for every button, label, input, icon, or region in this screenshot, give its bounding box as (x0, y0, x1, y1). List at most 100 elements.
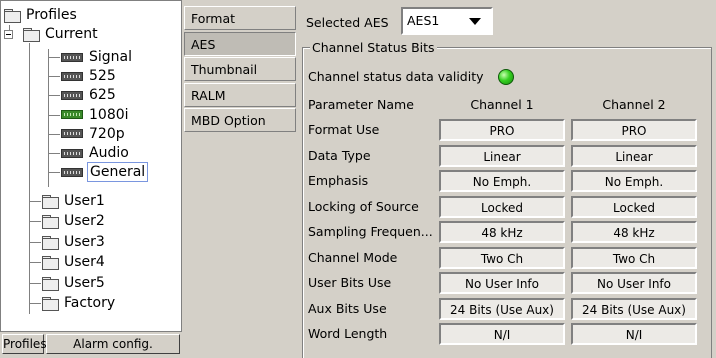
tree-line (29, 282, 41, 284)
param-name: Aux Bits Use (308, 300, 387, 316)
tree-item-card[interactable]: Signal (61, 48, 134, 66)
param-name: Channel Mode (308, 249, 398, 265)
tab-thumbnail[interactable]: Thumbnail (184, 57, 296, 81)
channel1-value: 48 kHz (439, 221, 565, 243)
tree-item-label: 525 (89, 68, 116, 85)
channel2-value: N/I (571, 323, 697, 345)
channel1-value: No Emph. (439, 170, 565, 192)
tree-line (29, 262, 41, 264)
param-name: User Bits Use (308, 275, 392, 290)
tree-line (29, 201, 41, 202)
tree-line (48, 95, 60, 97)
tree-line (48, 172, 60, 174)
card-icon (61, 148, 83, 158)
tree-line (29, 303, 41, 304)
tree-item-card[interactable]: 720p (61, 125, 127, 143)
tree-item-label: Signal (89, 49, 133, 65)
folder-icon (42, 215, 59, 230)
card-icon (61, 71, 83, 81)
tree-item-user[interactable]: User2 (42, 212, 107, 230)
folder-icon (42, 195, 59, 209)
tree-line (48, 76, 60, 78)
channel1-value: Two Ch (439, 246, 565, 269)
channel2-value: 48 kHz (571, 221, 697, 243)
selected-aes-dropdown[interactable]: AES1 (401, 7, 493, 35)
profiles-button[interactable]: Profiles (2, 334, 47, 354)
folder-icon (42, 276, 59, 291)
tree-line (29, 221, 41, 223)
channel1-value: PRO (439, 119, 565, 141)
card-icon (61, 129, 83, 139)
tab-mbd-option[interactable]: MBD Option (184, 108, 296, 132)
tree-item-label: Audio (89, 145, 129, 161)
tree-item-label: 1080i (89, 106, 129, 123)
validity-label: Channel status data validity (308, 69, 484, 84)
status-led-icon (498, 69, 514, 85)
channel2-value: Locked (571, 195, 697, 218)
channel1-value: 24 Bits (Use Aux) (439, 297, 565, 320)
tree-item-card[interactable]: General (61, 162, 149, 183)
tree-item-user[interactable]: Factory (42, 294, 117, 312)
tree-item-label: General (87, 162, 149, 183)
tree-item-label: User1 (64, 193, 105, 209)
profile-tree: Profiles Current Signal 525 625 1080i 720p Au… (0, 0, 182, 332)
collapse-icon[interactable] (4, 29, 13, 39)
folder-icon (4, 9, 21, 23)
alarm-config-button[interactable]: Alarm config. (46, 334, 180, 354)
channel2-header: Channel 2 (602, 97, 666, 112)
channel2-value: 24 Bits (Use Aux) (571, 297, 697, 320)
channel1-value: Locked (439, 195, 565, 218)
tree-item-card[interactable]: 525 (61, 67, 118, 85)
param-name: Emphasis (308, 173, 369, 188)
card-green-icon (61, 110, 83, 120)
tree-line (48, 114, 60, 116)
channel2-value: PRO (571, 119, 697, 141)
param-header: Parameter Name (308, 97, 414, 112)
card-icon (61, 167, 83, 177)
channel1-value: No User Info (439, 272, 565, 294)
param-name: Sampling Frequen... (308, 224, 433, 239)
tree-item-card[interactable]: 625 (61, 86, 118, 104)
tree-line (48, 153, 60, 154)
tree-item-profiles[interactable]: Profiles (4, 6, 79, 24)
tree-item-card[interactable]: 1080i (61, 106, 131, 124)
channel2-value: Linear (571, 144, 697, 167)
dropdown-arrow-icon[interactable] (469, 18, 481, 25)
param-name: Word Length (308, 326, 388, 341)
tree-item-user[interactable]: User4 (42, 253, 107, 271)
channel2-value: No Emph. (571, 170, 697, 192)
tree-item-user[interactable]: User3 (42, 233, 107, 251)
tree-item-label: User4 (64, 254, 105, 271)
channel2-value: Two Ch (571, 246, 697, 269)
card-icon (61, 52, 83, 62)
folder-icon (42, 235, 59, 250)
tree-line (48, 49, 49, 187)
tree-item-label: User2 (64, 213, 105, 230)
group-title: Channel Status Bits (310, 40, 437, 55)
folder-icon (42, 256, 59, 271)
tree-line (48, 57, 60, 58)
selected-aes-value: AES1 (407, 13, 440, 28)
channel1-header: Channel 1 (470, 97, 534, 112)
tree-item-label: Factory (64, 295, 116, 311)
tree-item-label: 720p (89, 125, 125, 142)
tab-format[interactable]: Format (184, 6, 296, 30)
param-name: Data Type (308, 147, 371, 163)
tree-item-label: 625 (89, 87, 116, 104)
tree-line (29, 43, 30, 314)
aes-panel: Selected AES AES1 Channel Status Bits Ch… (298, 0, 716, 358)
channel2-value: No User Info (571, 272, 697, 294)
card-icon (61, 90, 83, 100)
tree-line (48, 133, 60, 135)
tree-line (29, 241, 41, 243)
tree-item-label: User5 (64, 274, 105, 291)
tab-ralm[interactable]: RALM (184, 82, 296, 107)
tree-item-card[interactable]: Audio (61, 144, 131, 162)
tree-item-current[interactable]: Current (4, 25, 100, 43)
folder-icon (23, 28, 40, 42)
tree-item-user[interactable]: User5 (42, 274, 107, 292)
tree-item-label: User3 (64, 233, 105, 250)
tab-aes[interactable]: AES (184, 31, 296, 56)
tree-item-user[interactable]: User1 (42, 192, 107, 210)
selected-aes-label: Selected AES (306, 15, 389, 30)
